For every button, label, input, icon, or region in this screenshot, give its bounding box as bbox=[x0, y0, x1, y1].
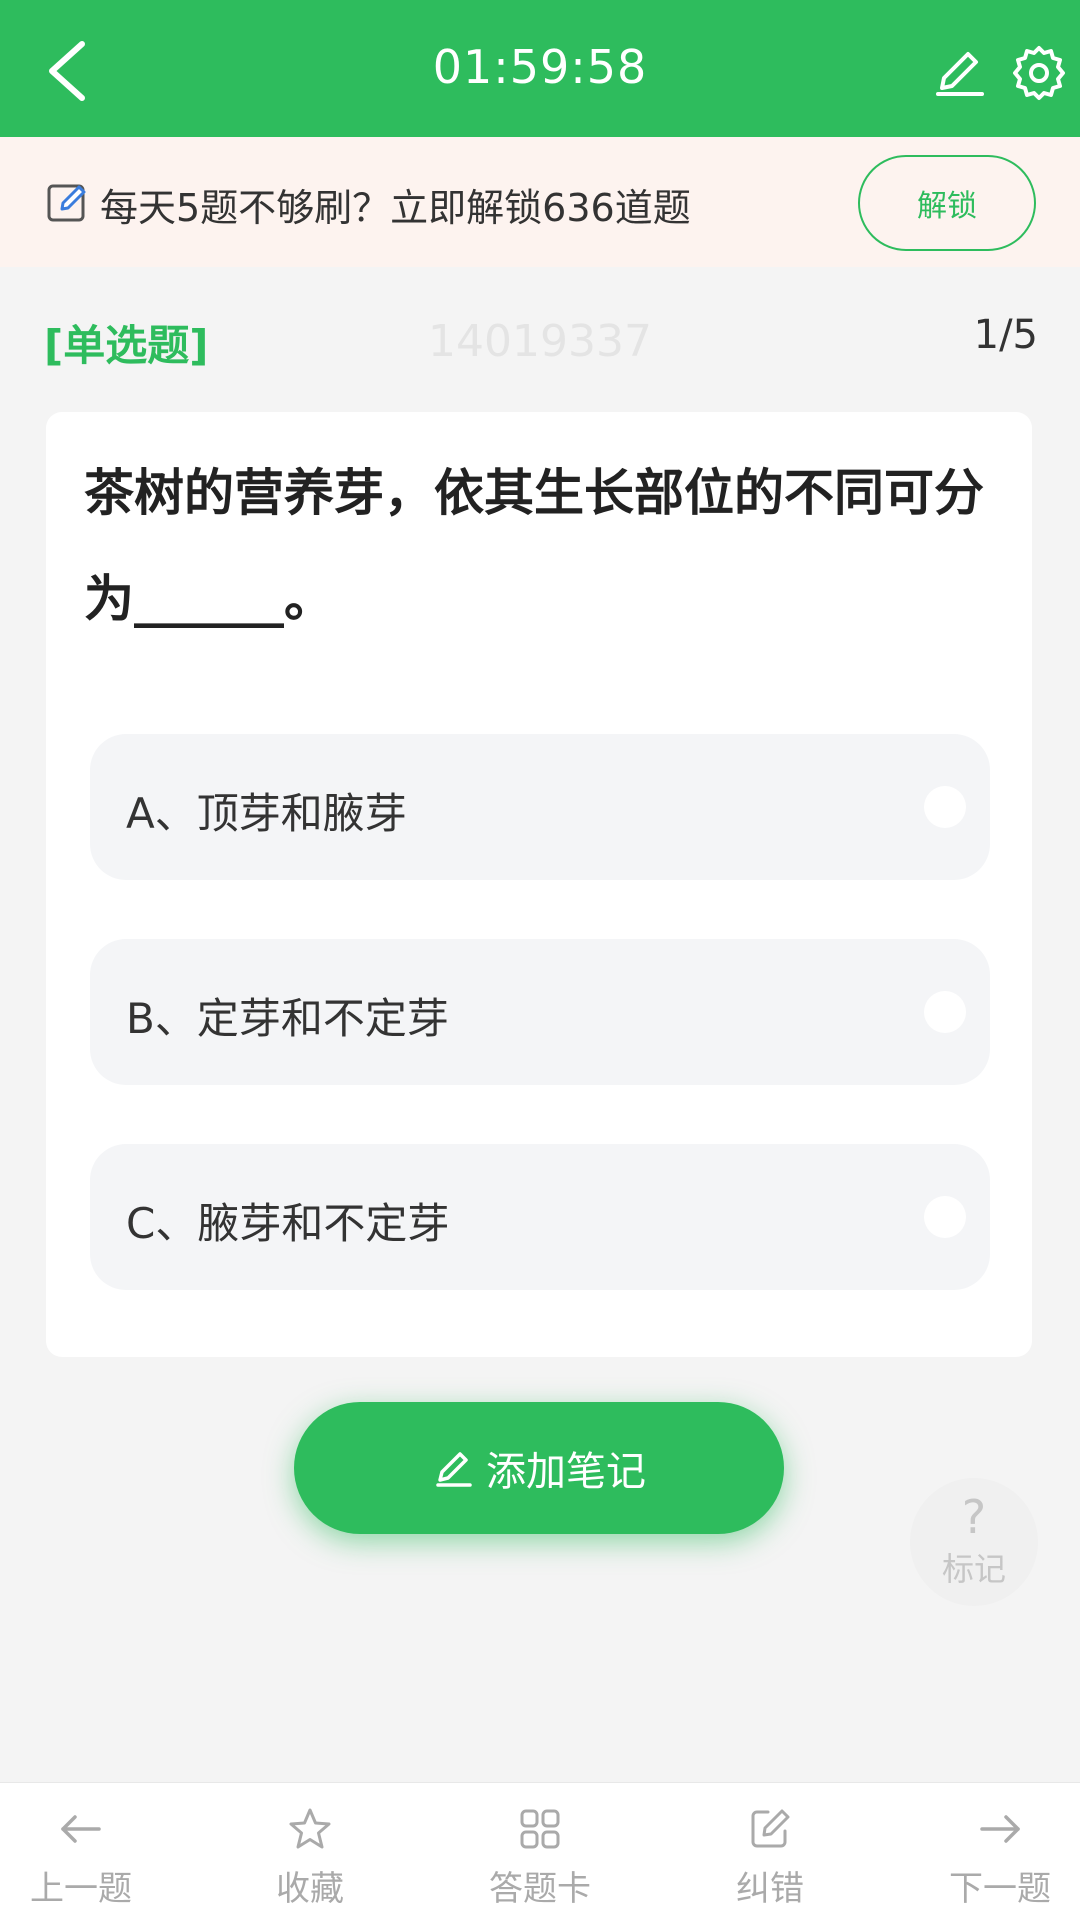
question-mark-icon: ? bbox=[961, 1490, 987, 1544]
question-id: 14019337 bbox=[428, 316, 652, 367]
unlock-button[interactable]: 解锁 bbox=[858, 155, 1036, 251]
option-label: A、顶芽和腋芽 bbox=[126, 789, 407, 838]
option-b[interactable]: B、定芽和不定芽 bbox=[90, 939, 990, 1085]
mark-label: 标记 bbox=[941, 1550, 1006, 1588]
radio-icon[interactable] bbox=[924, 786, 966, 828]
unlock-banner: 每天5题不够刷？立即解锁636道题 解锁 bbox=[0, 137, 1080, 267]
arrow-left-icon bbox=[61, 1815, 101, 1843]
star-icon bbox=[289, 1808, 331, 1849]
option-a[interactable]: A、顶芽和腋芽 bbox=[90, 734, 990, 880]
question-card: 茶树的营养芽，依其生长部位的不同可分为______。 A、顶芽和腋芽 B、定芽和… bbox=[46, 412, 1032, 1357]
nav-label: 下一题 bbox=[949, 1869, 1051, 1909]
prev-question-button[interactable]: 上一题 bbox=[0, 1805, 166, 1910]
grid-icon bbox=[520, 1809, 560, 1849]
report-error-button[interactable]: 纠错 bbox=[685, 1805, 855, 1910]
timer: 01:59:58 bbox=[432, 40, 648, 94]
nav-label: 收藏 bbox=[276, 1869, 344, 1909]
option-c[interactable]: C、腋芽和不定芽 bbox=[90, 1144, 990, 1290]
arrow-right-icon bbox=[980, 1815, 1020, 1843]
nav-label: 答题卡 bbox=[489, 1869, 591, 1909]
banner-text: 每天5题不够刷？立即解锁636道题 bbox=[100, 186, 691, 230]
answer-card-button[interactable]: 答题卡 bbox=[455, 1805, 625, 1910]
add-note-label: 添加笔记 bbox=[486, 1449, 646, 1495]
option-label: B、定芽和不定芽 bbox=[126, 994, 449, 1043]
question-progress: 1/5 bbox=[973, 312, 1038, 358]
gear-icon[interactable] bbox=[1010, 44, 1068, 102]
nav-label: 上一题 bbox=[30, 1869, 132, 1909]
top-bar: 01:59:58 bbox=[0, 0, 1080, 137]
question-text: 茶树的营养芽，依其生长部位的不同可分为______。 bbox=[84, 464, 984, 628]
radio-icon[interactable] bbox=[924, 1196, 966, 1238]
next-question-button[interactable]: 下一题 bbox=[915, 1805, 1080, 1910]
edit-note-icon bbox=[47, 184, 86, 222]
bottom-nav: 上一题 收藏 答题卡 纠错 下一题 bbox=[0, 1782, 1080, 1920]
option-label: C、腋芽和不定芽 bbox=[126, 1199, 450, 1248]
favorite-button[interactable]: 收藏 bbox=[225, 1805, 395, 1910]
nav-label: 纠错 bbox=[736, 1869, 804, 1909]
mark-button[interactable]: ? 标记 bbox=[910, 1478, 1038, 1606]
radio-icon[interactable] bbox=[924, 991, 966, 1033]
edit-icon bbox=[751, 1809, 790, 1848]
pencil-icon bbox=[436, 1452, 472, 1487]
add-note-button[interactable]: 添加笔记 bbox=[294, 1402, 784, 1534]
pencil-icon[interactable] bbox=[932, 44, 988, 100]
